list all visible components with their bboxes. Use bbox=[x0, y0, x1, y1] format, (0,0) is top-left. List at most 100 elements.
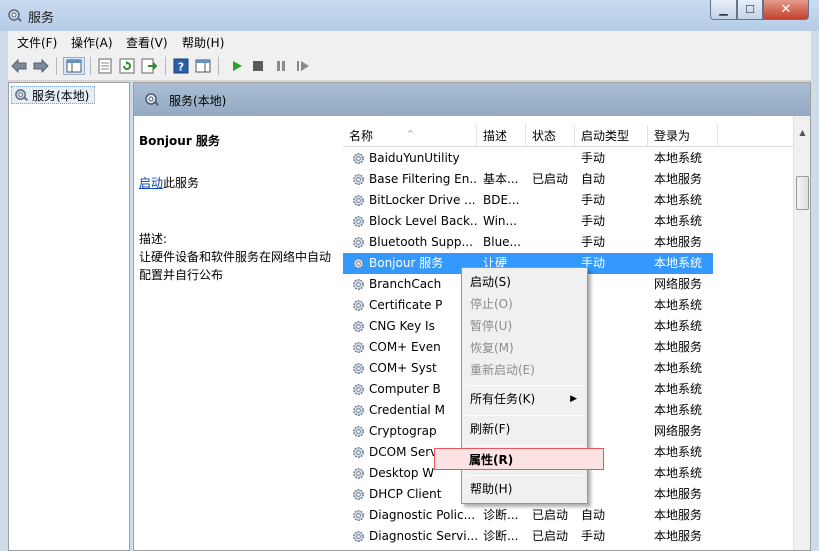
menu-separator bbox=[466, 385, 583, 386]
start-link-row: 启动此服务 bbox=[139, 174, 199, 191]
service-logon-as: 本地服务 bbox=[654, 529, 703, 543]
close-icon: ✕ bbox=[780, 2, 792, 17]
service-gear-icon bbox=[353, 279, 364, 290]
column-header-name[interactable]: 名称 ^ bbox=[343, 125, 477, 147]
menu-action[interactable]: 操作(A) bbox=[71, 34, 113, 51]
title-bar: 服务 ▁ ☐ ✕ bbox=[0, 0, 819, 31]
minimize-icon: ▁ bbox=[719, 3, 728, 16]
start-service-link[interactable]: 启动 bbox=[139, 176, 163, 190]
service-logon-as: 本地系统 bbox=[654, 445, 703, 459]
column-header-description[interactable]: 描述 bbox=[477, 125, 526, 147]
start-service-button[interactable] bbox=[228, 57, 246, 75]
service-logon-as: 本地系统 bbox=[654, 214, 703, 228]
play-icon bbox=[233, 61, 242, 71]
export-list-button[interactable] bbox=[140, 57, 158, 75]
table-row[interactable]: Base Filtering En... 基本... 已启动 自动 本地服务 bbox=[343, 169, 713, 190]
service-logon-as: 网络服务 bbox=[654, 424, 703, 438]
table-row[interactable]: Diagnostic Polic... 诊断... 已启动 自动 本地服务 bbox=[343, 505, 713, 526]
console-tree-icon bbox=[66, 59, 82, 73]
table-row[interactable]: BaiduYunUtility 手动 本地系统 bbox=[343, 148, 713, 169]
service-startup-type: 手动 bbox=[581, 151, 606, 165]
context-menu: 启动(S) 停止(O) 暂停(U) 恢复(M) 重新启动(E) 所有任务(K) ▶… bbox=[434, 267, 604, 504]
stop-icon bbox=[253, 61, 263, 71]
maximize-icon: ☐ bbox=[745, 3, 755, 16]
service-logon-as: 本地系统 bbox=[654, 193, 703, 207]
stop-service-button[interactable] bbox=[249, 57, 267, 75]
minimize-button[interactable]: ▁ bbox=[710, 0, 737, 20]
service-description-panel: Bonjour 服务 启动此服务 描述: 让硬件设备和软件服务在网络中自动配置并… bbox=[134, 116, 340, 550]
refresh-icon bbox=[119, 58, 135, 74]
scroll-thumb[interactable] bbox=[796, 176, 809, 210]
service-description: Win... bbox=[483, 214, 517, 228]
column-header-status[interactable]: 状态 bbox=[526, 125, 575, 147]
service-logon-as: 本地系统 bbox=[654, 382, 703, 396]
service-startup-type: 手动 bbox=[581, 256, 606, 270]
menu-item-all-tasks[interactable]: 所有任务(K) ▶ bbox=[464, 388, 585, 410]
column-header-logon-as[interactable]: 登录为 bbox=[648, 125, 718, 147]
menu-help[interactable]: 帮助(H) bbox=[182, 34, 224, 51]
service-gear-icon bbox=[353, 531, 364, 542]
maximize-button[interactable]: ☐ bbox=[737, 0, 763, 20]
help-toolbar-button[interactable]: ? bbox=[172, 57, 190, 75]
services-gear-icon bbox=[8, 9, 22, 22]
menu-item-help[interactable]: 帮助(H) bbox=[464, 478, 585, 500]
service-gear-icon bbox=[353, 510, 364, 521]
menu-item-refresh[interactable]: 刷新(F) bbox=[464, 418, 585, 440]
service-name: BaiduYunUtility bbox=[369, 151, 460, 165]
service-gear-icon bbox=[353, 489, 364, 500]
table-row[interactable]: Block Level Back... Win... 手动 本地系统 bbox=[343, 211, 713, 232]
properties-toolbar-button[interactable] bbox=[96, 57, 114, 75]
column-header-startup-type[interactable]: 启动类型 bbox=[575, 125, 648, 147]
back-arrow-icon bbox=[11, 59, 27, 73]
menu-item-start[interactable]: 启动(S) bbox=[464, 271, 585, 293]
service-gear-icon bbox=[353, 405, 364, 416]
toolbar: ? bbox=[8, 52, 811, 81]
service-status: 已启动 bbox=[532, 508, 569, 522]
service-logon-as: 本地服务 bbox=[654, 340, 703, 354]
service-gear-icon bbox=[353, 174, 364, 185]
sort-ascending-icon: ^ bbox=[407, 129, 414, 138]
service-startup-type: 手动 bbox=[581, 214, 606, 228]
scroll-up-arrow-icon[interactable]: ▲ bbox=[795, 125, 810, 141]
properties-sheet-icon bbox=[98, 58, 112, 74]
menu-separator bbox=[466, 445, 583, 446]
vertical-scrollbar[interactable]: ▲ bbox=[793, 116, 810, 550]
toolbar-divider bbox=[218, 57, 219, 75]
refresh-toolbar-button[interactable] bbox=[118, 57, 136, 75]
service-logon-as: 本地系统 bbox=[654, 319, 703, 333]
table-row[interactable]: BitLocker Drive ... BDE... 手动 本地系统 bbox=[343, 190, 713, 211]
window-title: 服务 bbox=[28, 11, 55, 26]
menu-separator bbox=[466, 415, 583, 416]
pause-service-button[interactable] bbox=[272, 57, 290, 75]
service-logon-as: 本地服务 bbox=[654, 235, 703, 249]
service-gear-icon bbox=[353, 426, 364, 437]
menu-file[interactable]: 文件(F) bbox=[17, 34, 57, 51]
service-status: 已启动 bbox=[532, 529, 569, 543]
service-startup-type: 自动 bbox=[581, 508, 606, 522]
toolbar-divider bbox=[56, 57, 57, 75]
table-row[interactable]: Diagnostic Servi... 诊断... 已启动 手动 本地服务 bbox=[343, 526, 713, 547]
restart-service-button[interactable] bbox=[294, 57, 312, 75]
table-row[interactable]: Bluetooth Supp... Blue... 手动 本地服务 bbox=[343, 232, 713, 253]
service-logon-as: 本地服务 bbox=[654, 508, 703, 522]
toolbar-divider bbox=[90, 57, 91, 75]
service-gear-icon bbox=[353, 258, 364, 269]
svg-text:?: ? bbox=[178, 61, 184, 74]
forward-button[interactable] bbox=[32, 57, 50, 75]
service-logon-as: 本地系统 bbox=[654, 361, 703, 375]
service-gear-icon bbox=[353, 237, 364, 248]
action-pane-button[interactable] bbox=[194, 57, 212, 75]
service-gear-icon bbox=[353, 447, 364, 458]
console-tree-button[interactable] bbox=[63, 57, 85, 75]
menu-item-restart: 重新启动(E) bbox=[470, 363, 535, 377]
menu-item-pause: 暂停(U) bbox=[470, 319, 513, 333]
tree-item-services-local[interactable]: 服务(本地) bbox=[11, 86, 95, 104]
close-button[interactable]: ✕ bbox=[763, 0, 809, 20]
service-description: 基本... bbox=[483, 172, 519, 186]
back-button[interactable] bbox=[10, 57, 28, 75]
menu-item-properties[interactable]: 属性(R) bbox=[434, 448, 604, 470]
services-gear-icon bbox=[15, 88, 28, 101]
action-pane-icon bbox=[195, 59, 211, 73]
service-startup-type: 手动 bbox=[581, 529, 606, 543]
menu-view[interactable]: 查看(V) bbox=[126, 34, 168, 51]
